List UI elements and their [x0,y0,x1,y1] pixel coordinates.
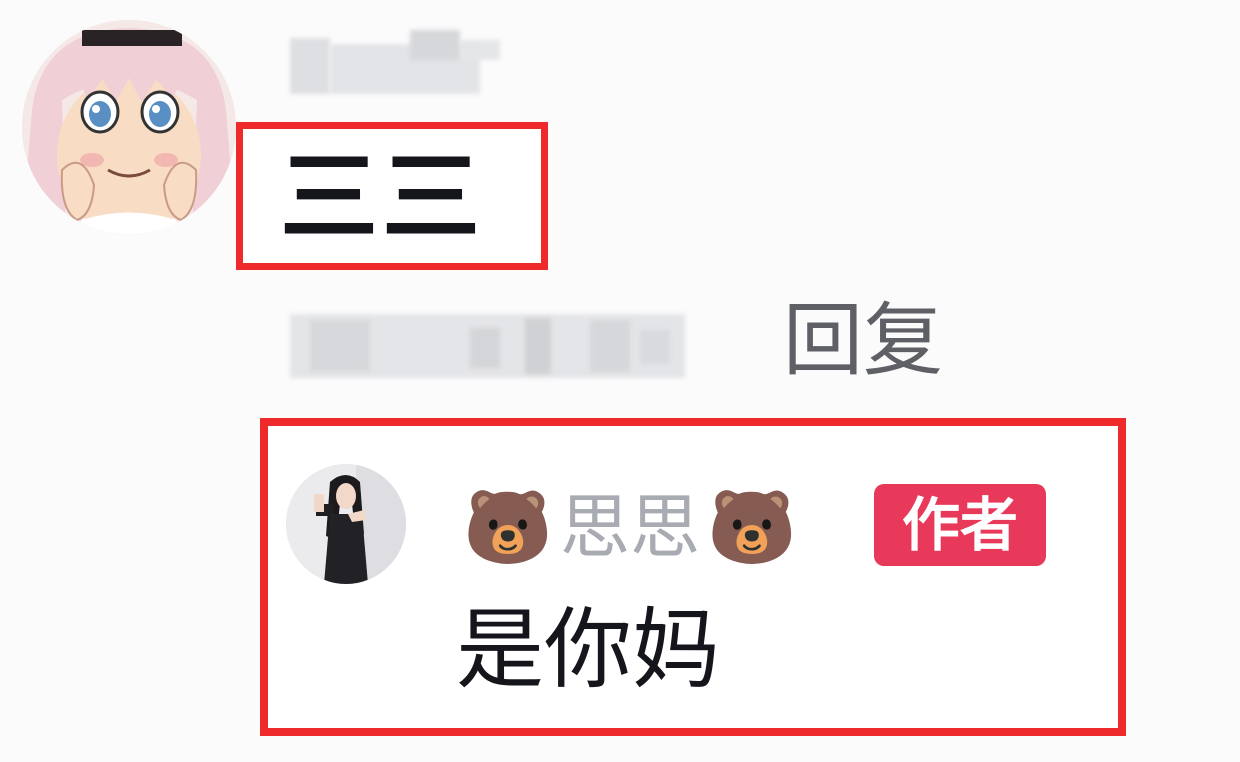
bear-icon: 🐻 [463,485,553,569]
reply-target-blurred [290,310,685,382]
author-badge: 作者 [874,484,1046,566]
bear-icon: 🐻 [707,485,797,569]
reply-button[interactable]: 回复 [783,296,943,386]
reply-text: 是你妈 [456,598,721,701]
author-name[interactable]: 思思 [560,487,700,567]
commenter-avatar[interactable] [22,20,236,234]
comment-text: 三三 [280,141,485,255]
author-name-row: 🐻 思思 🐻 [462,484,798,570]
commenter-name-blurred [290,30,500,96]
author-avatar[interactable] [286,464,406,584]
woman-photo-avatar-icon [286,464,406,584]
anime-girl-avatar-icon [22,20,236,234]
